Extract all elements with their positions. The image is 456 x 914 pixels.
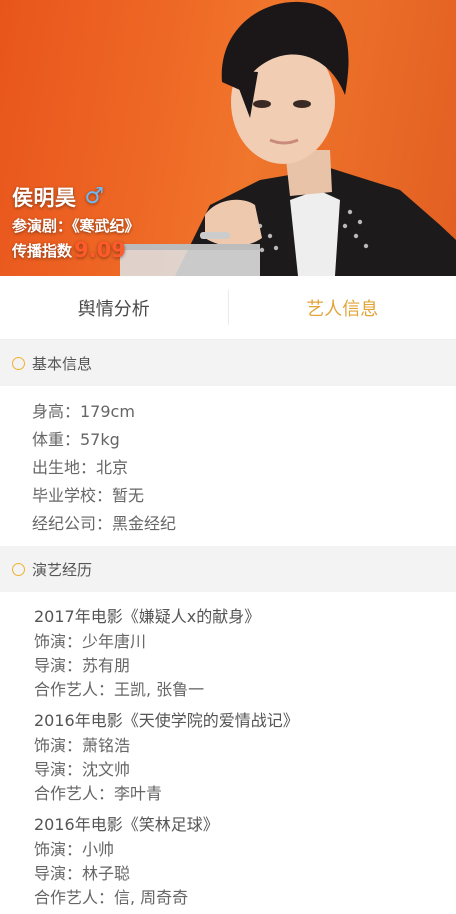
section-title-basic-info: 基本信息 (32, 354, 93, 373)
career-title: 2016年电影《天使学院的爱情战记》 (34, 711, 299, 730)
career-role: 饰演：小帅 (34, 840, 115, 859)
spread-index-value: 9.09 (74, 238, 126, 262)
tab-sentiment-analysis[interactable]: 舆情分析 (0, 276, 228, 339)
career-title: 2017年电影《嫌疑人x的献身》 (34, 607, 261, 626)
circle-icon (12, 562, 25, 576)
drama-line: 参演剧：《寒武纪》 (12, 217, 140, 235)
artist-name: 侯明昊 (12, 186, 77, 210)
section-header-career: 演艺经历 (0, 546, 456, 592)
career-director: 导演：苏有朋 (34, 656, 131, 675)
artist-hero-banner: 侯明昊 ♂ 参演剧：《寒武纪》 传播指数 9.09 (0, 0, 456, 276)
career-costars: 合作艺人：信, 周奇奇 (34, 888, 189, 907)
career-list: 2017年电影《嫌疑人x的献身》 饰演：少年唐川 导演：苏有朋 合作艺人：王凯,… (0, 592, 456, 910)
career-entry: 2016年电影《笑林足球》 饰演：小帅 导演：林子聪 合作艺人：信, 周奇奇 (34, 812, 456, 910)
artist-info-overlay: 侯明昊 ♂ 参演剧：《寒武纪》 传播指数 9.09 (12, 180, 140, 263)
male-icon: ♂ (84, 184, 105, 209)
basic-info-height: 身高：179cm (32, 402, 135, 421)
basic-info-birthplace: 出生地：北京 (32, 458, 129, 477)
career-entry: 2017年电影《嫌疑人x的献身》 饰演：少年唐川 导演：苏有朋 合作艺人：王凯,… (34, 604, 456, 702)
section-title-career: 演艺经历 (32, 560, 93, 579)
basic-info-weight: 体重：57kg (32, 430, 120, 449)
spread-index-row: 传播指数 9.09 (12, 238, 140, 262)
basic-info-school: 毕业学校：暂无 (32, 486, 145, 505)
section-header-basic-info: 基本信息 (0, 340, 456, 386)
career-title: 2016年电影《笑林足球》 (34, 815, 219, 834)
basic-info-list: 身高：179cm 体重：57kg 出生地：北京 毕业学校：暂无 经纪公司：黑金经… (0, 386, 456, 546)
career-role: 饰演：萧铭浩 (34, 736, 131, 755)
circle-icon (12, 356, 25, 370)
career-costars: 合作艺人：王凯, 张鲁一 (34, 680, 205, 699)
career-entry: 2016年电影《天使学院的爱情战记》 饰演：萧铭浩 导演：沈文帅 合作艺人：李叶… (34, 708, 456, 806)
tab-bar: 舆情分析 艺人信息 (0, 276, 456, 340)
career-director: 导演：沈文帅 (34, 760, 131, 779)
career-costars: 合作艺人：李叶青 (34, 784, 163, 803)
artist-name-row: 侯明昊 ♂ (12, 180, 140, 214)
basic-info-agency: 经纪公司：黑金经纪 (32, 514, 177, 533)
spread-index-label: 传播指数 (12, 241, 73, 260)
career-role: 饰演：少年唐川 (34, 632, 147, 651)
career-director: 导演：林子聪 (34, 864, 131, 883)
tab-artist-info[interactable]: 艺人信息 (229, 276, 456, 339)
